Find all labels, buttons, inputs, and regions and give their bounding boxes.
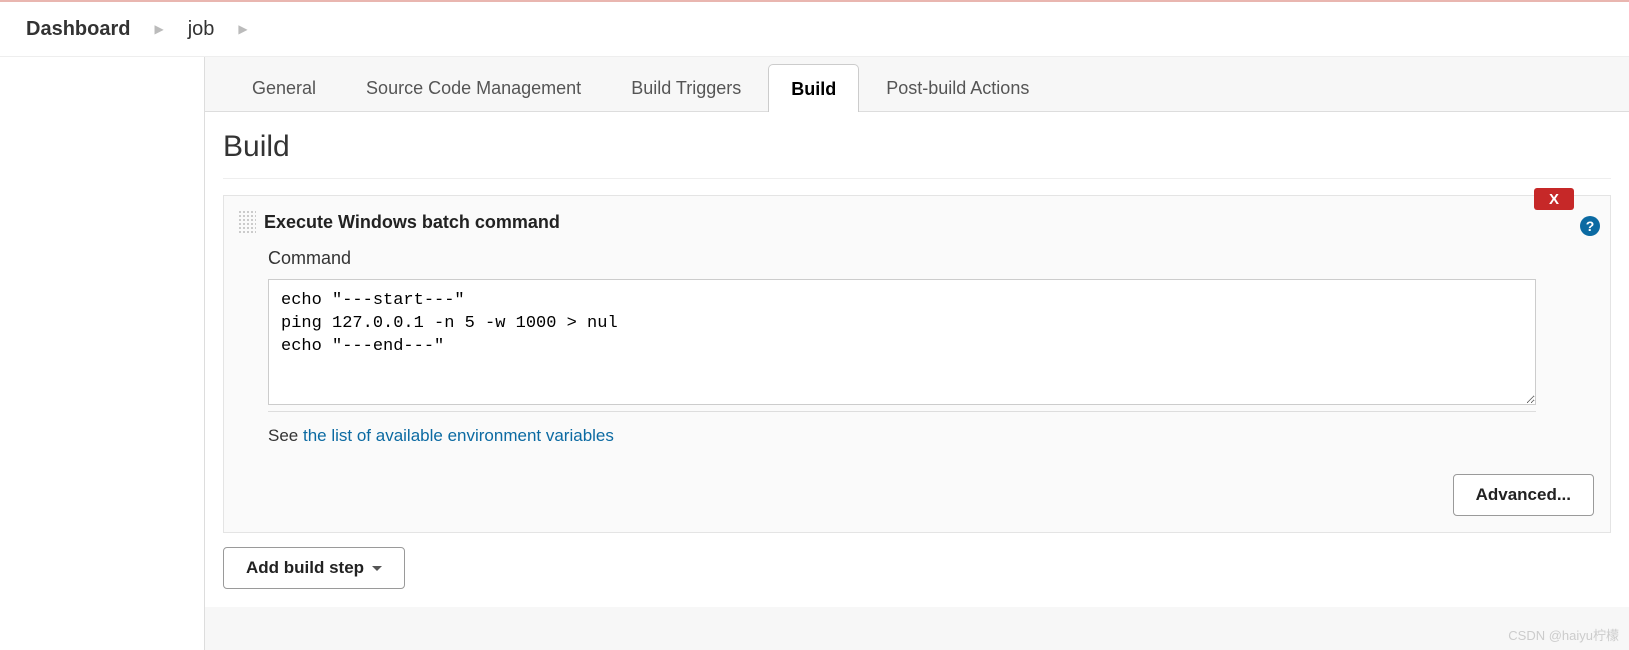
divider [268,411,1536,412]
tab-build-triggers[interactable]: Build Triggers [608,63,764,111]
tab-post-build[interactable]: Post-build Actions [863,63,1052,111]
build-section: Build X ? Execute Windows batch command … [205,112,1629,607]
build-step: X ? Execute Windows batch command Comman… [223,195,1611,533]
tab-general[interactable]: General [229,63,339,111]
env-vars-hint: See the list of available environment va… [268,426,1594,446]
chevron-right-icon: ▶ [222,22,263,36]
main-area: General Source Code Management Build Tri… [204,57,1629,650]
delete-step-button[interactable]: X [1534,188,1574,210]
hint-prefix: See [268,426,303,445]
breadcrumb: Dashboard ▶ job ▶ [0,0,1629,57]
drag-handle-icon[interactable] [238,210,256,234]
advanced-button[interactable]: Advanced... [1453,474,1594,516]
step-title: Execute Windows batch command [264,212,560,233]
command-label: Command [268,248,1594,269]
help-icon[interactable]: ? [1580,216,1600,236]
tab-build[interactable]: Build [768,64,859,112]
add-build-step-button[interactable]: Add build step [223,547,405,589]
tab-scm[interactable]: Source Code Management [343,63,604,111]
section-title: Build [223,124,1611,179]
tab-bar: General Source Code Management Build Tri… [205,57,1629,112]
breadcrumb-job[interactable]: job [180,12,223,47]
env-vars-link[interactable]: the list of available environment variab… [303,426,614,445]
command-textarea[interactable] [268,279,1536,405]
chevron-right-icon: ▶ [138,22,179,36]
breadcrumb-dashboard[interactable]: Dashboard [18,12,138,47]
